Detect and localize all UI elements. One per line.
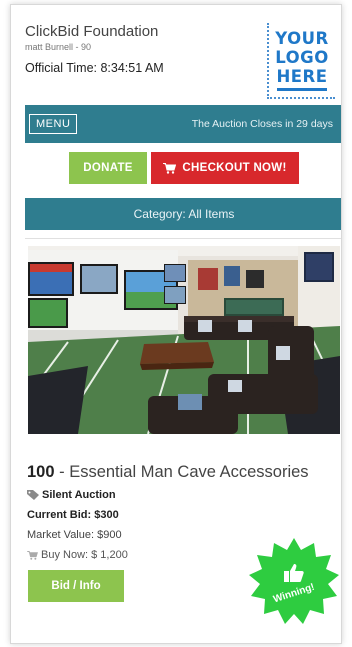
logo-placeholder: YOUR LOGO HERE (267, 23, 335, 99)
auction-type: Silent Auction (27, 489, 116, 501)
current-bid: Current Bid: $300 (27, 509, 119, 521)
item-title-separator: - (54, 463, 70, 481)
donate-button-label: DONATE (83, 162, 133, 174)
buy-now-label: Buy Now: $ 1,200 (41, 549, 128, 561)
action-buttons: DONATE CHECKOUT NOW! (25, 152, 341, 196)
logo-underline (277, 88, 327, 91)
thumbs-up-icon (284, 564, 304, 582)
item-photo[interactable] (28, 246, 340, 434)
buy-now: Buy Now: $ 1,200 (27, 549, 128, 561)
bid-info-button[interactable]: Bid / Info (28, 570, 124, 602)
item-name: Essential Man Cave Accessories (69, 463, 309, 481)
market-value: Market Value: $900 (27, 529, 122, 541)
item-title[interactable]: 100 - Essential Man Cave Accessories (27, 463, 341, 482)
item-number: 100 (27, 463, 55, 481)
tag-icon (27, 490, 39, 500)
logo-line: HERE (276, 67, 328, 86)
logo-line: LOGO (275, 48, 329, 67)
divider (25, 238, 341, 239)
bid-info-label: Bid / Info (51, 580, 101, 592)
menu-button[interactable]: MENU (29, 114, 78, 134)
checkout-button[interactable]: CHECKOUT NOW! (151, 152, 299, 184)
menu-bar: MENU The Auction Closes in 29 days (25, 105, 341, 143)
cart-icon (27, 550, 38, 560)
donate-button[interactable]: DONATE (69, 152, 147, 184)
winning-badge: Winning! (247, 536, 341, 630)
phone-frame: ClickBid Foundation matt Burnell - 90 Of… (10, 4, 342, 644)
logo-line: YOUR (275, 29, 329, 48)
man-cave-photo (28, 246, 340, 434)
header: ClickBid Foundation matt Burnell - 90 Of… (11, 5, 341, 103)
auction-type-label: Silent Auction (42, 489, 116, 501)
cart-icon (163, 162, 177, 174)
checkout-button-label: CHECKOUT NOW! (182, 162, 287, 174)
category-label: Category: All Items (133, 207, 235, 221)
category-bar[interactable]: Category: All Items (25, 198, 341, 230)
auction-closes-text: The Auction Closes in 29 days (191, 118, 333, 130)
